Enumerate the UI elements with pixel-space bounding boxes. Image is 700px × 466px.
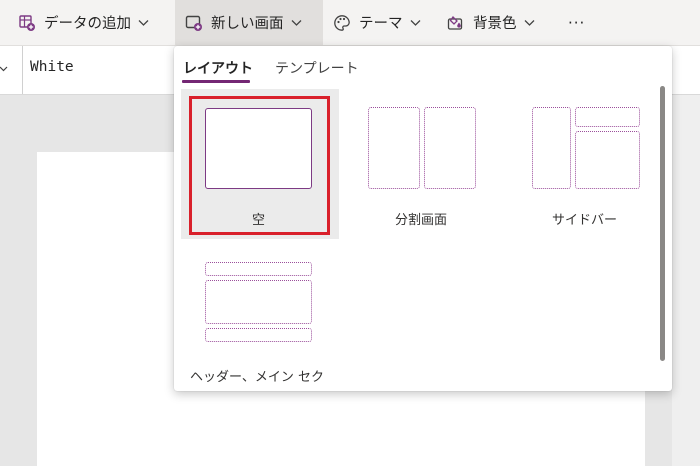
theme-label: テーマ (359, 16, 403, 32)
background-color-label: 背景色 (473, 16, 517, 32)
theme-button[interactable]: テーマ (323, 0, 437, 45)
chevron-down-icon (138, 20, 149, 26)
layout-sidebar[interactable]: サイドバー (519, 89, 677, 239)
palette-icon (334, 14, 350, 31)
new-screen-dropdown: レイアウト テンプレート 空 分割画面 サイドバー ヘッダー、メイン セク (174, 46, 672, 391)
formula-bar-divider (22, 46, 23, 94)
layout-sidebar-label: サイドバー (552, 213, 618, 228)
tab-template[interactable]: テンプレート (275, 58, 359, 78)
add-data-button[interactable]: データの追加 (0, 0, 175, 45)
tab-layout-underline (182, 80, 250, 83)
new-screen-button[interactable]: 新しい画面 (175, 0, 323, 45)
layout-header-main-footer-label: ヘッダー、メイン セク (190, 370, 325, 385)
layout-header-main-footer[interactable]: ヘッダー、メイン セク (181, 244, 351, 394)
layout-split-screen-label: 分割画面 (395, 213, 448, 228)
dropdown-scrollbar[interactable] (660, 86, 665, 361)
tab-layout[interactable]: レイアウト (183, 58, 253, 78)
selection-highlight (189, 96, 330, 235)
more-icon[interactable]: ··· (556, 0, 597, 45)
background-color-icon (447, 15, 463, 30)
add-data-label: データの追加 (44, 16, 131, 32)
layout-split-screen[interactable]: 分割画面 (354, 89, 512, 239)
new-screen-icon (185, 15, 202, 31)
chevron-down-icon[interactable] (0, 63, 8, 75)
table-add-icon (19, 14, 35, 31)
background-color-button[interactable]: 背景色 (437, 0, 556, 45)
command-bar: データの追加 新しい画面 テーマ 背景色 ··· (0, 0, 700, 46)
formula-input[interactable]: White (30, 59, 74, 75)
chevron-down-icon (410, 20, 420, 26)
new-screen-label: 新しい画面 (211, 16, 284, 32)
chevron-down-icon (291, 20, 301, 26)
chevron-down-icon (524, 20, 534, 26)
